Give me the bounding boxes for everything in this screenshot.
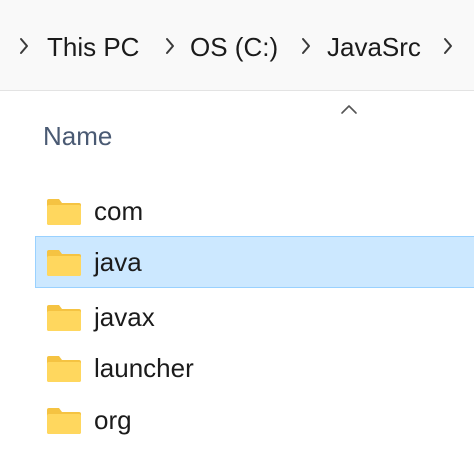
chevron-up-icon[interactable] xyxy=(340,102,358,114)
file-explorer-window: This PC OS (C:) JavaSrc Name com java ja… xyxy=(0,0,474,454)
chevron-right-icon[interactable] xyxy=(18,34,30,58)
column-header-name[interactable]: Name xyxy=(43,118,112,154)
list-item[interactable]: org xyxy=(35,394,474,446)
folder-icon xyxy=(46,247,82,277)
folder-icon xyxy=(46,302,82,332)
file-name: launcher xyxy=(94,353,194,383)
chevron-right-icon[interactable] xyxy=(442,34,454,58)
address-bar[interactable]: This PC OS (C:) JavaSrc xyxy=(0,0,474,91)
folder-icon xyxy=(46,196,82,226)
folder-icon xyxy=(46,353,82,383)
file-name: com xyxy=(94,196,144,226)
breadcrumb-item-javasrc[interactable]: JavaSrc xyxy=(327,28,421,66)
chevron-right-icon[interactable] xyxy=(164,34,176,58)
list-item[interactable]: launcher xyxy=(35,342,474,394)
list-item[interactable]: com xyxy=(35,185,474,237)
file-name: java xyxy=(94,247,142,277)
folder-icon xyxy=(46,405,82,435)
breadcrumb-item-this-pc[interactable]: This PC xyxy=(47,28,139,66)
chevron-right-icon[interactable] xyxy=(300,34,312,58)
list-item[interactable]: java xyxy=(35,236,474,288)
file-name: org xyxy=(94,405,132,435)
list-item[interactable]: javax xyxy=(35,291,474,343)
breadcrumb-item-os-c[interactable]: OS (C:) xyxy=(190,28,278,66)
file-name: javax xyxy=(94,302,155,332)
